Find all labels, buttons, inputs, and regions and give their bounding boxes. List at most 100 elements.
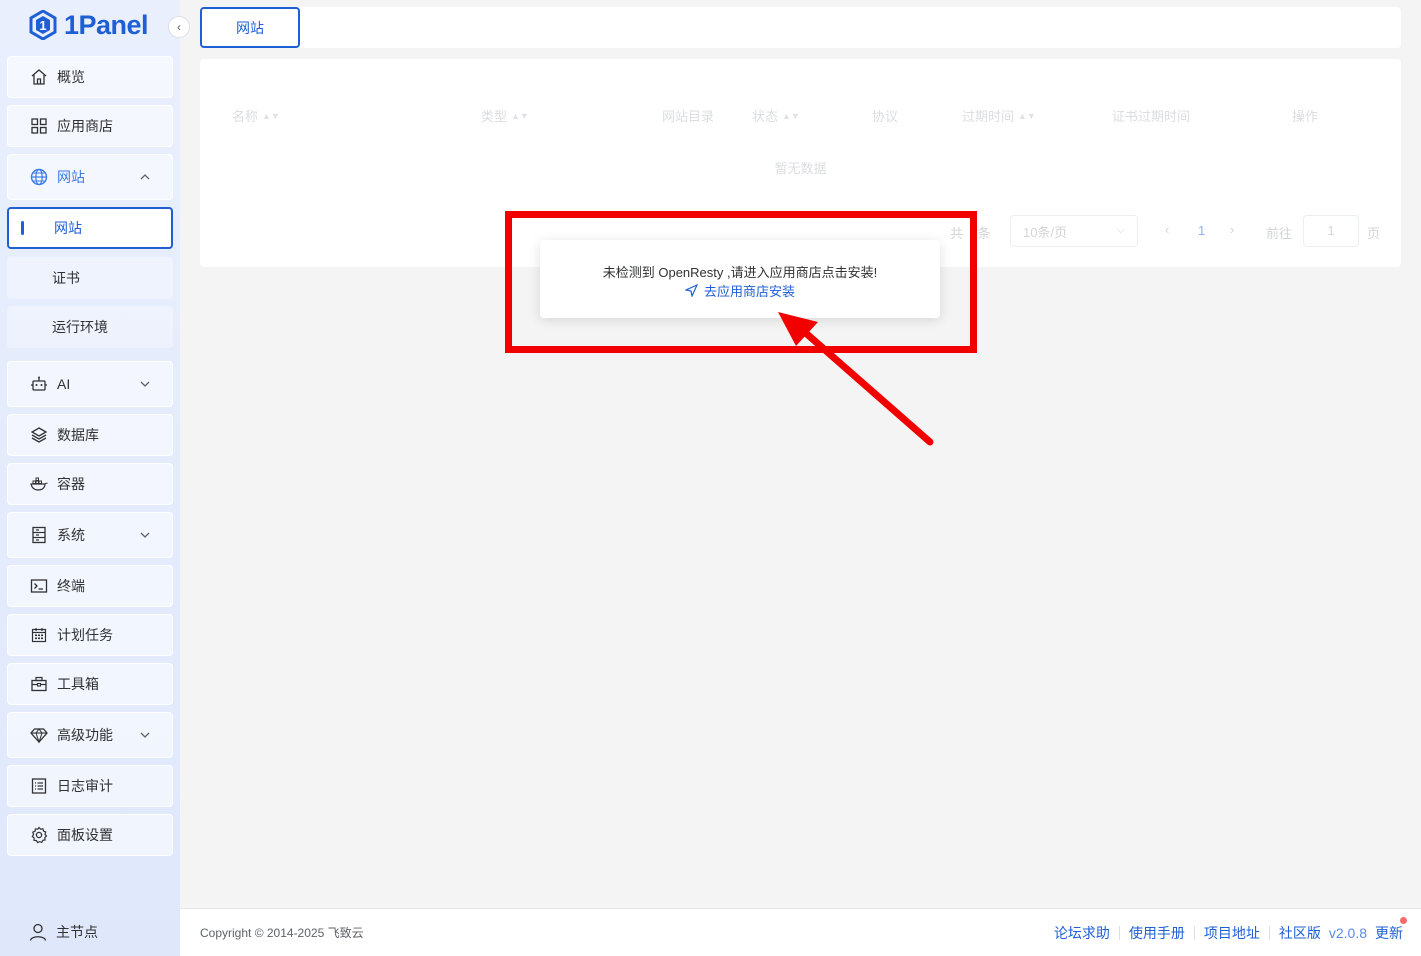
sidebar-item-label: 日志审计 [57, 778, 113, 794]
next-page-button[interactable]: › [1230, 222, 1234, 237]
update-badge [1400, 917, 1407, 924]
sort-icon: ▲▼ [782, 110, 800, 121]
column-label: 类型 [481, 109, 508, 124]
table-header: 名称 ▲▼ 类型 ▲▼ 网站目录 状态 ▲▼ 协议 过期时间 ▲▼ 证书过期时间 操作 [220, 95, 1380, 133]
divider [1268, 926, 1270, 940]
sidebar-item-label: 网站 [57, 169, 85, 185]
column-status[interactable]: 状态 ▲▼ [752, 106, 800, 125]
sidebar-subitem-certificate[interactable]: 证书 [7, 257, 173, 299]
sidebar-item-label: 工具箱 [57, 676, 99, 692]
sidebar: 1 1Panel ‹ 概览 应用商店 网站 网站 证书 运行环境 AI 数据库 … [0, 0, 190, 956]
tab-website[interactable]: 网站 [200, 7, 300, 48]
project-link[interactable]: 项目地址 [1204, 923, 1260, 943]
sidebar-item-container[interactable]: 容器 [7, 463, 173, 505]
prev-page-button[interactable]: ‹ [1165, 222, 1169, 237]
home-icon [30, 68, 48, 86]
page-size-value: 10条/页 [1023, 224, 1068, 240]
sidebar-item-settings[interactable]: 面板设置 [7, 814, 173, 856]
sidebar-item-cronjob[interactable]: 计划任务 [7, 614, 173, 656]
collapse-sidebar-button[interactable]: ‹ [168, 16, 190, 38]
grid-icon [30, 117, 48, 135]
divider [1193, 926, 1195, 940]
column-label: 名称 [232, 109, 259, 124]
sidebar-item-advanced[interactable]: 高级功能 [7, 712, 173, 758]
sidebar-item-appstore[interactable]: 应用商店 [7, 105, 173, 147]
manual-link[interactable]: 使用手册 [1129, 923, 1185, 943]
column-expire[interactable]: 过期时间 ▲▼ [962, 106, 1036, 125]
active-indicator [21, 221, 24, 235]
sidebar-item-label: 终端 [57, 578, 85, 594]
column-actions: 操作 [1292, 106, 1318, 125]
chevron-down-icon [140, 732, 150, 738]
calendar-icon [30, 626, 48, 644]
top-tab-bar [200, 7, 1401, 48]
chevron-down-icon [140, 532, 150, 538]
version[interactable]: v2.0.8 [1329, 925, 1367, 941]
footer-links: 论坛求助 使用手册 项目地址 社区版 v2.0.8 更新 [1054, 917, 1407, 943]
chevron-down-icon: ⌵ [1116, 224, 1125, 236]
sidebar-item-overview[interactable]: 概览 [7, 56, 173, 98]
copyright: Copyright © 2014-2025 飞致云 [200, 926, 364, 940]
sidebar-item-label: 概览 [57, 69, 85, 85]
column-label: 网站目录 [662, 109, 715, 124]
sort-icon: ▲▼ [511, 110, 529, 121]
server-icon [30, 526, 48, 544]
divider [1118, 926, 1120, 940]
sidebar-item-database[interactable]: 数据库 [7, 414, 173, 456]
sidebar-item-log-audit[interactable]: 日志审计 [7, 765, 173, 807]
sidebar-item-website[interactable]: 网站 [7, 154, 173, 200]
logo-text: 1Panel [64, 9, 149, 40]
sidebar-subitem-label: 证书 [52, 270, 80, 286]
sidebar-item-label: 容器 [57, 476, 85, 492]
column-directory: 网站目录 [662, 106, 714, 125]
column-label: 协议 [872, 109, 899, 124]
sidebar-item-label: 应用商店 [57, 118, 113, 134]
goto-label: 前往 [1266, 226, 1293, 241]
update-label: 更新 [1375, 925, 1403, 941]
page-label: 页 [1367, 226, 1381, 241]
node-label: 主节点 [56, 924, 98, 940]
sort-icon: ▲▼ [1018, 110, 1036, 121]
page-size-select[interactable]: 10条/页 ⌵ [1010, 215, 1138, 247]
sidebar-subitem-label: 运行环境 [52, 319, 108, 335]
logo[interactable]: 1 1Panel [28, 8, 149, 42]
goto-page-input[interactable]: 1 [1303, 215, 1359, 247]
diamond-icon [30, 726, 48, 744]
gear-icon [30, 826, 48, 844]
sidebar-subitem-runtime[interactable]: 运行环境 [7, 306, 173, 348]
svg-text:1: 1 [39, 18, 46, 33]
sidebar-item-label: 高级功能 [57, 727, 113, 743]
sidebar-item-system[interactable]: 系统 [7, 512, 173, 558]
docker-icon [30, 475, 48, 493]
sidebar-subitem-website[interactable]: 网站 [7, 207, 173, 249]
logo-icon: 1 [29, 10, 57, 40]
empty-text: 暂无数据 [774, 161, 827, 176]
column-type[interactable]: 类型 ▲▼ [481, 106, 529, 125]
column-cert-expire: 证书过期时间 [1112, 106, 1190, 125]
edition-link[interactable]: 社区版 [1279, 923, 1321, 943]
total-suffix: 条 [977, 226, 991, 241]
chevron-up-icon [140, 174, 150, 180]
column-name[interactable]: 名称 ▲▼ [232, 106, 280, 125]
sidebar-item-label: 计划任务 [57, 627, 113, 643]
forum-link[interactable]: 论坛求助 [1054, 923, 1110, 943]
robot-icon [30, 375, 48, 393]
sidebar-item-toolbox[interactable]: 工具箱 [7, 663, 173, 705]
column-label: 过期时间 [962, 109, 1015, 124]
node-selector[interactable]: 主节点 [28, 922, 98, 942]
update-link[interactable]: 更新 [1375, 917, 1407, 943]
globe-icon [30, 168, 48, 186]
page-number[interactable]: 1 [1198, 223, 1205, 238]
sidebar-item-label: AI [57, 376, 71, 392]
chevron-left-icon: ‹ [177, 20, 181, 34]
user-icon [29, 923, 47, 941]
sidebar-subitem-label: 网站 [54, 220, 82, 236]
sidebar-item-label: 数据库 [57, 427, 99, 443]
annotation-arrow-icon [778, 312, 934, 446]
sidebar-item-terminal[interactable]: 终端 [7, 565, 173, 607]
sidebar-item-ai[interactable]: AI [7, 361, 173, 407]
sidebar-item-label: 系统 [57, 527, 85, 543]
column-label: 操作 [1292, 109, 1319, 124]
sidebar-item-label: 面板设置 [57, 827, 113, 843]
terminal-icon [30, 577, 48, 595]
